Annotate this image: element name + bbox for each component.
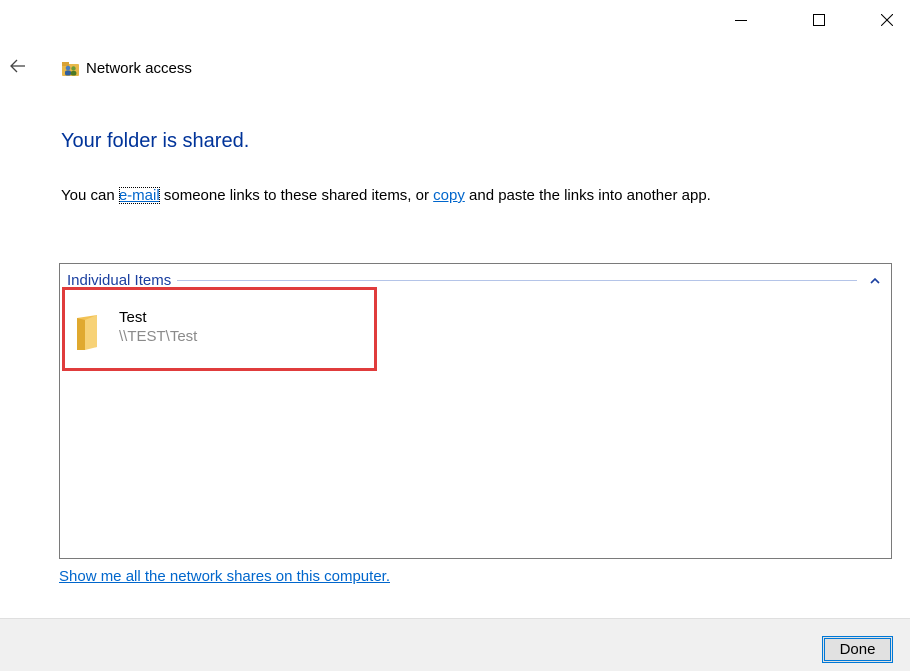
description-part-1: You can (61, 187, 119, 204)
back-button[interactable] (6, 54, 30, 78)
chevron-up-icon (870, 277, 880, 284)
collapse-group-button[interactable] (867, 272, 883, 288)
done-button[interactable]: Done (822, 636, 893, 663)
minimize-button[interactable] (718, 0, 764, 40)
group-label: Individual Items (67, 271, 172, 289)
done-label: Done (839, 641, 876, 658)
back-arrow-icon (10, 59, 25, 73)
group-header[interactable]: Individual Items (67, 270, 883, 290)
maximize-button[interactable] (796, 0, 842, 40)
list-item-text: Test \\TEST\Test (119, 308, 197, 346)
shared-items-list: Individual Items Test \\TEST\Test (59, 263, 892, 559)
description-text: You can e-mail someone links to these sh… (61, 187, 711, 204)
footer-bar (0, 618, 910, 671)
item-name: Test (119, 309, 147, 326)
window-title: Network access (86, 59, 192, 77)
copy-link[interactable]: copy (433, 187, 465, 204)
window-title-bar: Network access (62, 57, 192, 79)
minimize-icon (735, 20, 747, 21)
description-part-3: and paste the links into another app. (464, 187, 711, 204)
close-button[interactable] (864, 0, 910, 40)
maximize-icon (813, 14, 825, 26)
description-part-2: someone links to these shared items, or (159, 187, 434, 204)
item-path: \\TEST\Test (119, 328, 198, 345)
folder-icon (77, 315, 97, 350)
group-divider (177, 279, 857, 281)
page-heading: Your folder is shared. (61, 130, 250, 152)
network-sharing-icon (62, 61, 79, 76)
list-item[interactable]: Test \\TEST\Test (73, 308, 323, 360)
close-icon (881, 14, 893, 26)
show-network-shares-link[interactable]: Show me all the network shares on this c… (59, 568, 390, 585)
email-link[interactable]: e-mail (118, 187, 160, 204)
